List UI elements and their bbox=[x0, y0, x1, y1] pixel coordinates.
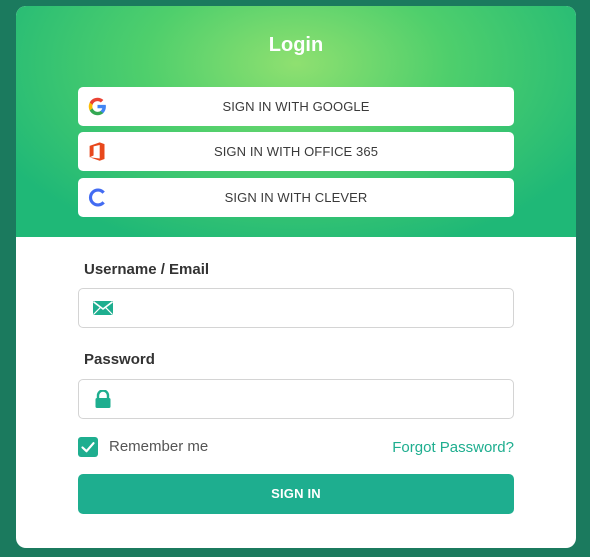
checkmark-icon bbox=[81, 442, 95, 453]
envelope-icon bbox=[93, 301, 113, 315]
forgot-password-link[interactable]: Forgot Password? bbox=[392, 439, 514, 456]
login-header: Login SIGN IN WITH GOOGLE SIGN IN WITH O… bbox=[16, 6, 576, 237]
clever-signin-label: SIGN IN WITH CLEVER bbox=[224, 190, 368, 205]
password-label: Password bbox=[84, 351, 155, 368]
username-input[interactable] bbox=[123, 290, 507, 326]
office365-signin-label: SIGN IN WITH OFFICE 365 bbox=[213, 144, 379, 159]
remember-me-checkbox[interactable] bbox=[78, 437, 98, 457]
login-title: Login bbox=[268, 34, 324, 56]
username-field[interactable] bbox=[78, 288, 514, 328]
remember-me-label[interactable]: Remember me bbox=[109, 438, 208, 455]
sign-in-button[interactable]: SIGN IN bbox=[78, 474, 514, 514]
office365-signin-button[interactable]: SIGN IN WITH OFFICE 365 bbox=[78, 132, 514, 171]
password-field[interactable] bbox=[78, 379, 514, 419]
clever-signin-button[interactable]: SIGN IN WITH CLEVER bbox=[78, 178, 514, 217]
password-input[interactable] bbox=[123, 381, 507, 417]
username-label: Username / Email bbox=[84, 261, 210, 278]
google-signin-button[interactable]: SIGN IN WITH GOOGLE bbox=[78, 87, 514, 126]
lock-icon bbox=[95, 390, 111, 408]
login-card: Login SIGN IN WITH GOOGLE SIGN IN WITH O… bbox=[16, 6, 576, 548]
google-signin-label: SIGN IN WITH GOOGLE bbox=[222, 99, 370, 114]
